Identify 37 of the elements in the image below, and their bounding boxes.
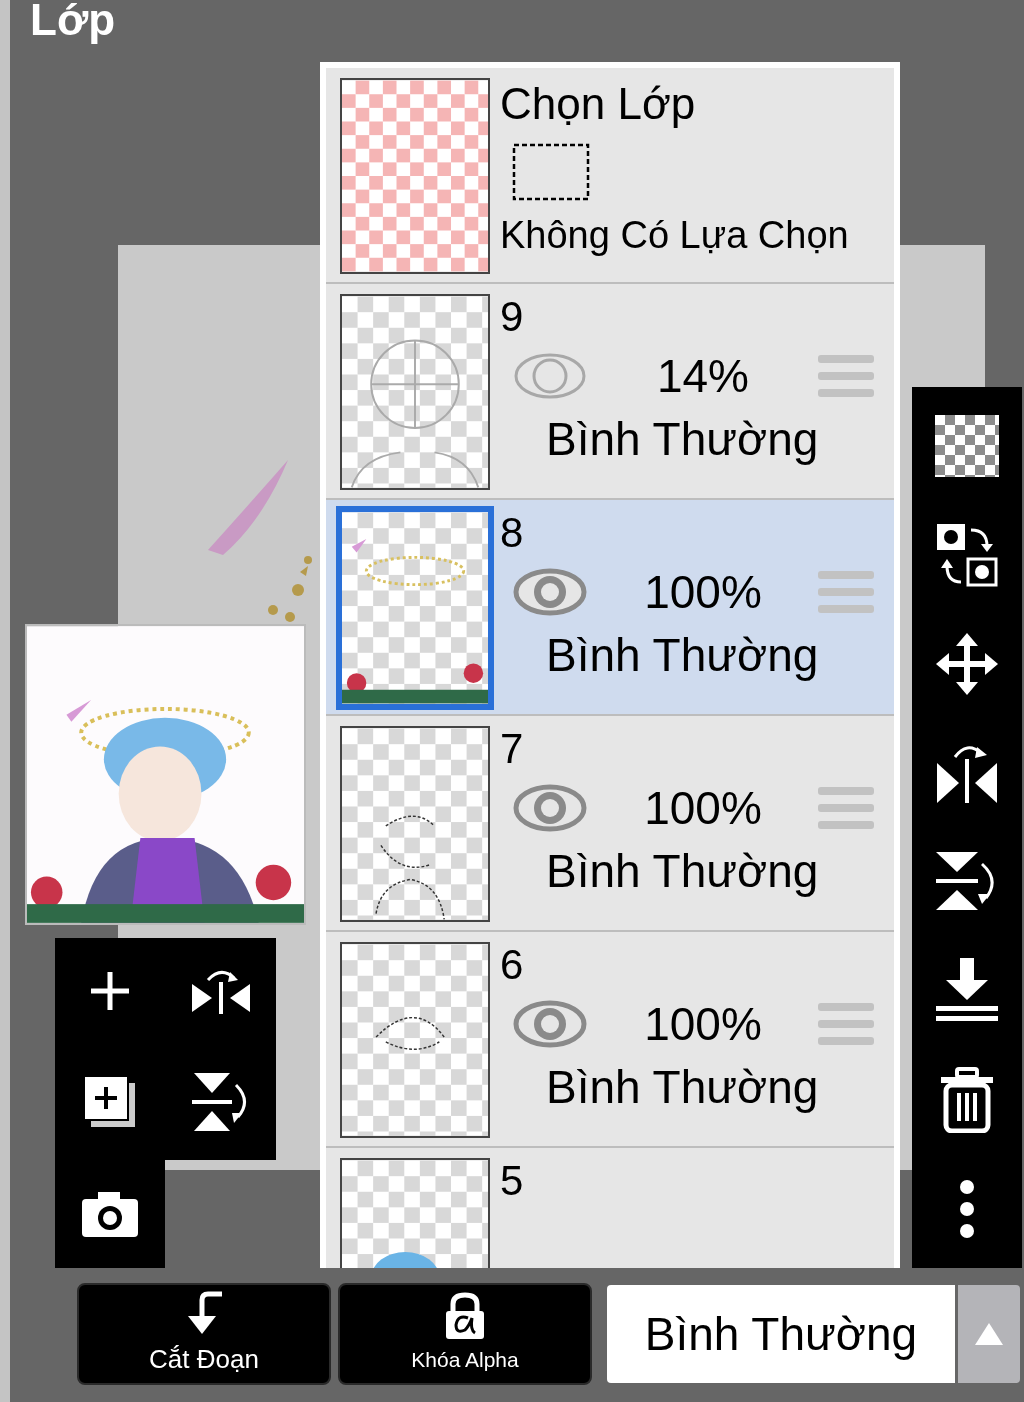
layer-name: 7 [500,728,525,770]
move-icon[interactable] [936,632,998,695]
layer-name: 6 [500,944,525,986]
opacity-value: 100% [643,780,763,836]
layer-name: 9 [500,296,525,338]
layer-name: 8 [500,512,525,554]
opacity-value: 100% [643,564,763,620]
alpha-lock-button[interactable]: Khóa Alpha [338,1283,592,1385]
alpha-lock-icon [444,1292,486,1341]
layer-name: 5 [500,1160,525,1202]
layer-row[interactable]: 9 14% Bình Thường [326,284,894,500]
layer-row[interactable]: 6 100% Bình Thường [326,932,894,1148]
more-options-icon[interactable] [958,1177,976,1240]
blend-mode-label: Bình Thường [546,630,820,681]
eye-icon[interactable] [512,783,588,833]
blend-mode-label: Bình Thường [546,1062,820,1113]
blend-mode-dropdown[interactable]: Bình Thường [607,1285,955,1383]
eye-icon[interactable] [512,567,588,617]
clip-button[interactable]: Cắt Đoạn [77,1283,331,1385]
layer-title: Chọn Lớp [500,78,697,130]
transparent-fill-icon[interactable] [935,415,999,478]
opacity-value: 14% [655,348,751,404]
selected-layer-row[interactable]: 8 100% Bình Thường [326,500,894,716]
merge-down-icon[interactable] [936,956,998,1023]
panel-title: Lớp [30,0,116,45]
layer-row[interactable]: 7 100% Bình Thường [326,716,894,932]
selection-status: Không Có Lựa Chọn [500,214,849,257]
blend-mode-label: Bình Thường [546,414,820,465]
swap-layers-icon[interactable] [935,521,999,588]
trash-icon[interactable] [939,1067,995,1134]
triangle-icon [975,1323,1003,1345]
blend-mode-label: Bình Thường [546,846,820,897]
selection-rectangle-icon [512,142,592,203]
opacity-value: 100% [643,996,763,1052]
eye-icon[interactable] [512,999,588,1049]
layer-row[interactable]: 5 [326,1148,894,1268]
camera-icon[interactable] [80,1189,140,1239]
